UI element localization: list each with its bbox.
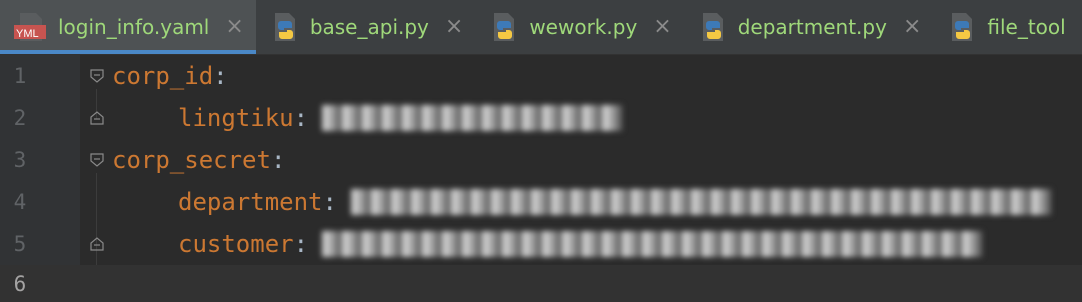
yaml-colon: :: [293, 104, 309, 132]
tab-department-py[interactable]: department.py ×: [684, 0, 934, 54]
yaml-file-icon: YML: [14, 12, 48, 42]
line-number: 5: [13, 232, 27, 256]
close-icon[interactable]: ×: [653, 16, 671, 38]
fold-collapse-icon[interactable]: [90, 153, 104, 167]
tab-label: login_info.yaml: [58, 15, 210, 39]
redacted-value: [322, 229, 983, 259]
yaml-colon: :: [270, 146, 286, 174]
yaml-key: corp_id: [112, 62, 214, 90]
tab-label: department.py: [737, 15, 887, 39]
close-icon[interactable]: ×: [225, 16, 243, 38]
python-file-icon: [947, 12, 977, 42]
yaml-colon: :: [213, 62, 228, 90]
yaml-key: department: [178, 188, 323, 216]
python-file-icon: [698, 12, 728, 42]
line-number: 2: [13, 106, 27, 130]
redaction-blur: [322, 231, 983, 257]
redacted-value: [322, 103, 623, 133]
yaml-colon: :: [322, 188, 337, 216]
code-editor[interactable]: 1 corp_id: 2 lingtiku: 3 corp_secret: 4 …: [0, 55, 1082, 302]
close-icon[interactable]: ×: [445, 16, 463, 38]
redaction-blur: [350, 189, 1051, 215]
editor-tab-bar: YML login_info.yaml × base_api.py × wewo…: [0, 0, 1082, 55]
code-line[interactable]: 2 lingtiku:: [0, 97, 1082, 139]
tab-wework-py[interactable]: wework.py ×: [475, 0, 683, 54]
yaml-key: customer: [178, 230, 294, 258]
tab-file-tool[interactable]: file_tool: [933, 0, 1077, 54]
tab-login-info-yaml[interactable]: YML login_info.yaml ×: [0, 0, 256, 54]
tab-base-api-py[interactable]: base_api.py ×: [256, 0, 476, 54]
code-line[interactable]: 5 customer:: [0, 223, 1082, 265]
fold-end-icon[interactable]: [90, 237, 104, 251]
yaml-key: lingtiku: [178, 104, 294, 132]
code-line[interactable]: 1 corp_id:: [0, 55, 1082, 97]
code-line[interactable]: 3 corp_secret:: [0, 139, 1082, 181]
tab-label: wework.py: [529, 15, 638, 39]
line-number: 6: [13, 271, 27, 296]
redaction-blur: [322, 105, 623, 131]
close-icon[interactable]: ×: [903, 16, 921, 38]
code-line-current[interactable]: 6: [0, 265, 1082, 302]
redacted-value: [350, 187, 1051, 217]
yaml-key: corp_secret: [112, 146, 271, 174]
line-number: 1: [13, 64, 27, 88]
svg-text:YML: YML: [16, 28, 39, 40]
line-number: 3: [13, 148, 27, 172]
fold-collapse-icon[interactable]: [90, 69, 104, 83]
python-file-icon: [270, 12, 300, 42]
tab-label: base_api.py: [309, 15, 429, 39]
tab-label: file_tool: [987, 15, 1066, 39]
yaml-colon: :: [293, 230, 309, 258]
python-file-icon: [489, 12, 519, 42]
line-number: 4: [13, 190, 27, 214]
fold-end-icon[interactable]: [90, 111, 104, 125]
code-line[interactable]: 4 department:: [0, 181, 1082, 223]
